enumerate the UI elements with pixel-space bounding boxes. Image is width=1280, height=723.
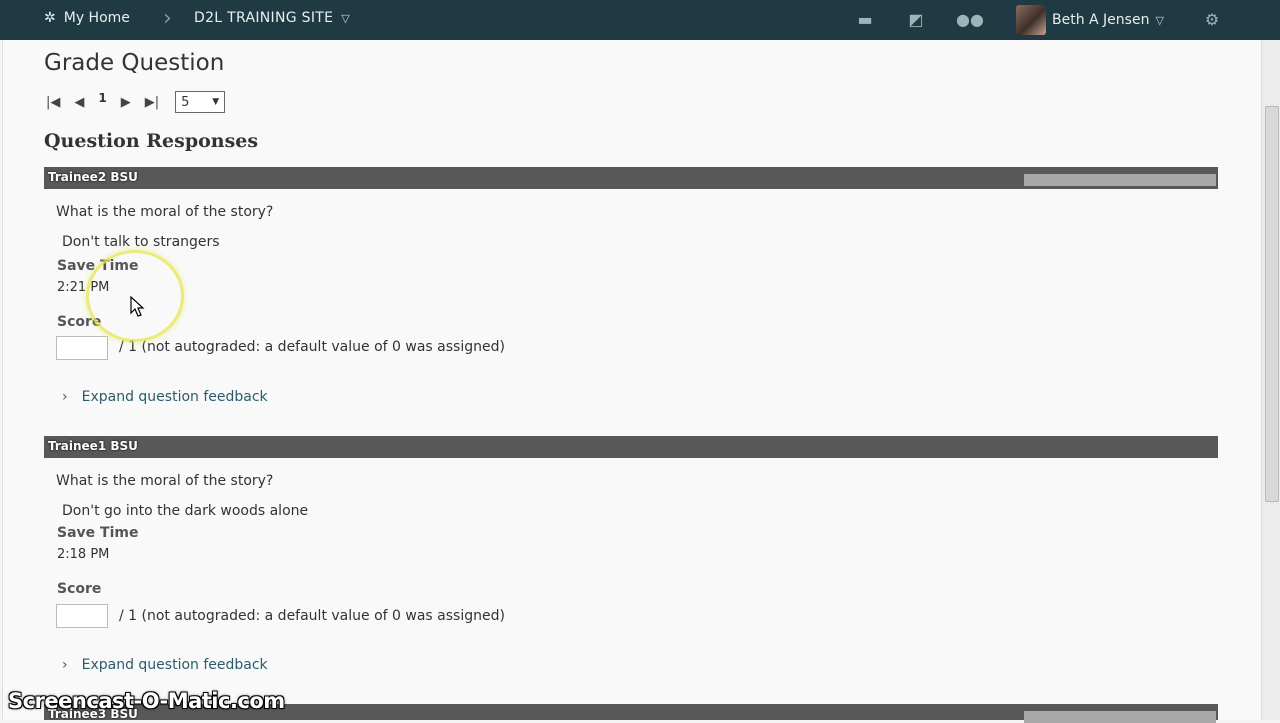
top-navbar: ✲ My Home › D2L TRAINING SITE ▽ ▬ ◩ ●● B… [0,0,1280,40]
question-text: What is the moral of the story? [56,473,274,489]
pager: |◀ ◀ 1 ▶ ▶| 5 ▼ [46,91,226,113]
expand-feedback-label: Expand question feedback [81,657,268,673]
score-label: Score [57,581,102,597]
mouse-pointer-icon [130,296,145,317]
alert-icon[interactable]: ◩ [905,9,927,31]
user-menu[interactable]: Beth A Jensen ▽ [1016,5,1164,35]
score-input[interactable] [56,336,108,360]
scrollbar-thumb[interactable] [1265,106,1279,502]
user-name: Beth A Jensen [1052,12,1150,28]
chevron-down-icon: ▼ [212,97,220,107]
per-page-select[interactable]: 5 ▼ [175,91,226,113]
last-page-icon[interactable]: ▶| [145,95,159,110]
scrollbar[interactable] [1262,40,1280,720]
per-page-value: 5 [181,94,190,110]
save-time-label: Save Time [57,525,139,541]
next-page-icon[interactable]: ▶ [121,95,131,110]
answer-text: Don't talk to strangers [62,234,220,250]
first-page-icon[interactable]: |◀ [46,95,60,110]
response-header: Trainee2 BSU [44,167,1218,189]
page-title: Grade Question [44,50,225,76]
response-header: Trainee1 BSU [44,436,1218,458]
response-user-name: Trainee2 BSU [48,170,138,184]
message-icon[interactable]: ▬ [854,9,876,31]
section-title: Question Responses [44,130,259,152]
chevron-down-icon: ▽ [1155,13,1164,27]
response-header-box [1024,711,1216,723]
current-page-number: 1 [98,91,107,105]
expand-feedback-link[interactable]: › Expand question feedback [62,389,268,405]
course-selector[interactable]: D2L TRAINING SITE ▽ [194,10,350,26]
score-text: / 1 (not autograded: a default value of … [119,339,505,355]
score-input[interactable] [56,604,108,628]
expand-feedback-label: Expand question feedback [81,389,268,405]
response-header-box [1024,174,1216,186]
save-time-value: 2:18 PM [57,547,110,562]
avatar [1016,5,1046,35]
my-home-link[interactable]: ✲ My Home [44,10,130,26]
watermark: Screencast-O-Matic.com [8,689,285,713]
prev-page-icon[interactable]: ◀ [74,95,84,110]
grid-icon: ✲ [44,10,56,26]
chevron-down-icon: ▽ [341,11,351,25]
my-home-label: My Home [63,10,130,26]
answer-text: Don't go into the dark woods alone [62,503,309,519]
question-text: What is the moral of the story? [56,204,274,220]
settings-icon[interactable]: ⚙ [1201,9,1223,31]
chat-icon[interactable]: ●● [956,9,984,31]
score-text: / 1 (not autograded: a default value of … [119,608,505,624]
chevron-right-icon: › [62,389,68,405]
breadcrumb-separator-icon: › [163,6,172,31]
response-user-name: Trainee1 BSU [48,439,138,453]
course-label: D2L TRAINING SITE [194,10,334,26]
chevron-right-icon: › [62,657,68,673]
expand-feedback-link[interactable]: › Expand question feedback [62,657,268,673]
